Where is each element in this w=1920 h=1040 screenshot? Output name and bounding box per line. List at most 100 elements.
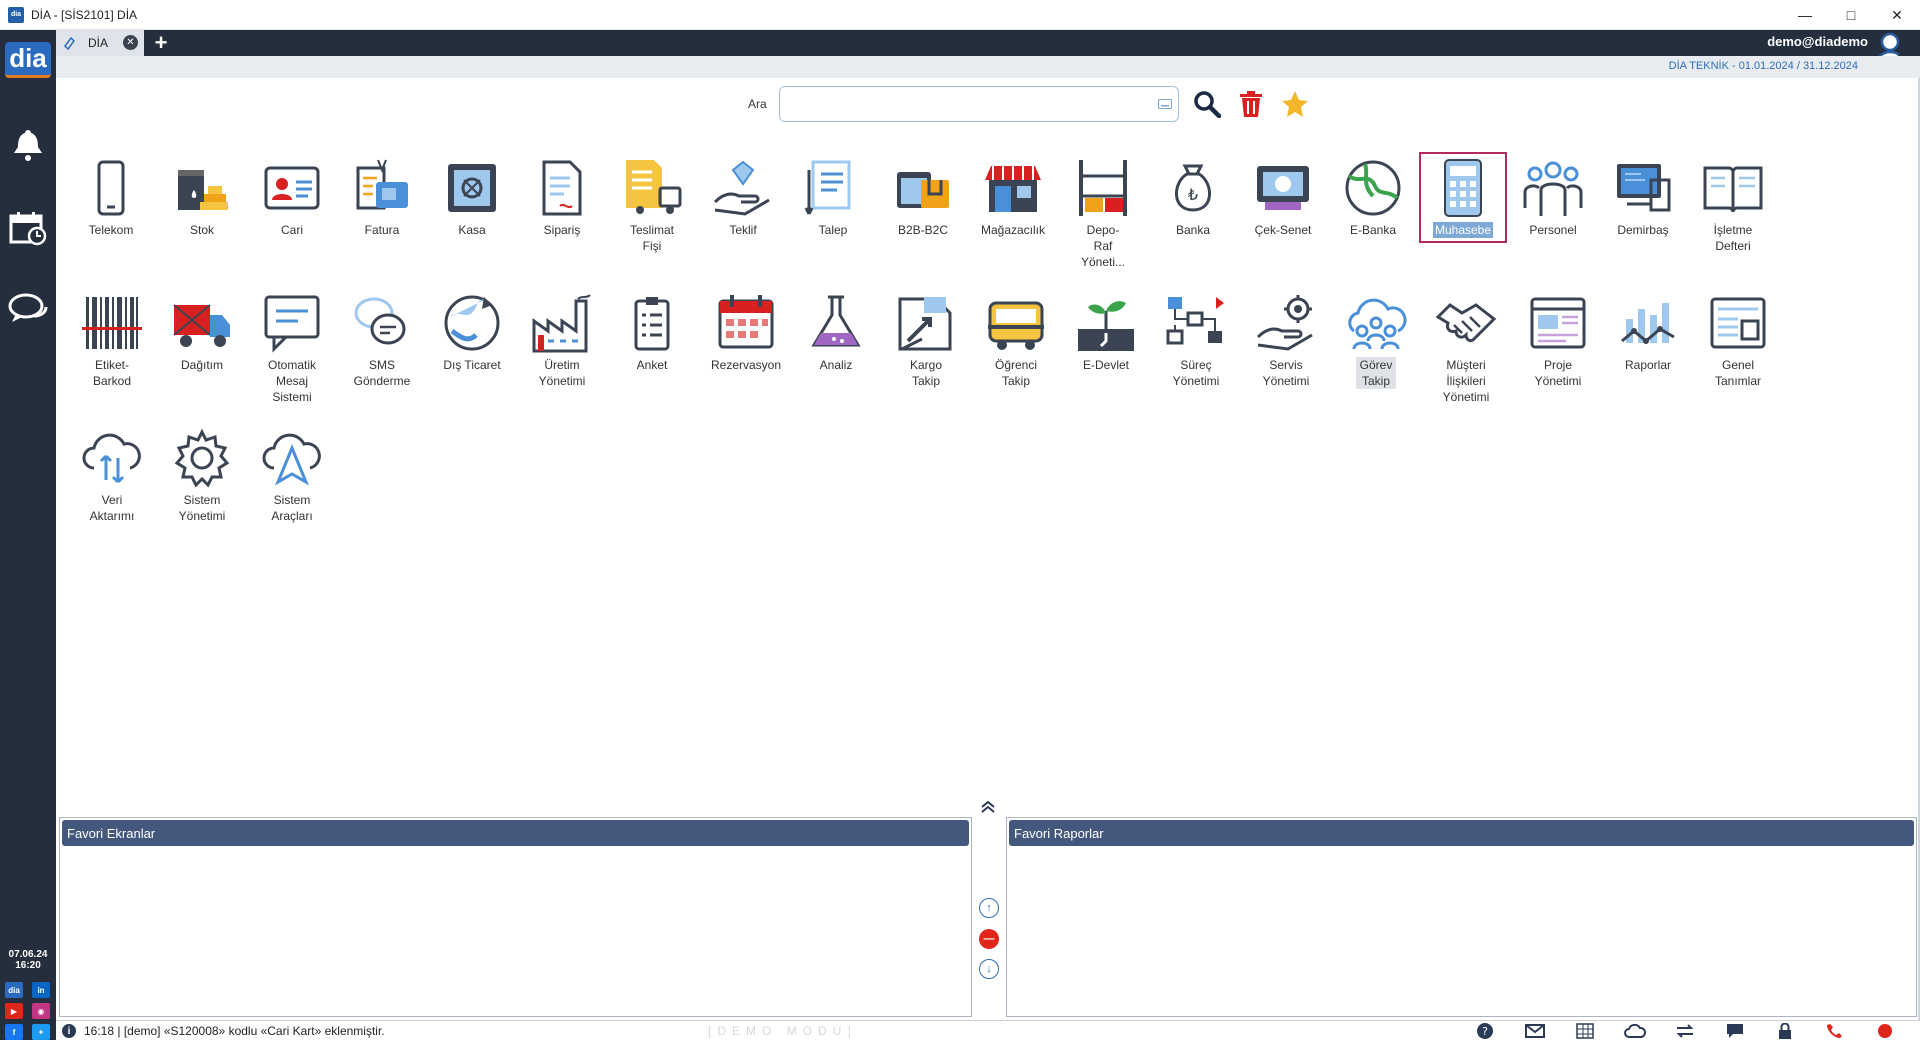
truck-icon [173, 304, 230, 347]
module-4[interactable]: Fatura [342, 156, 422, 238]
search-icon[interactable] [1192, 89, 1222, 119]
module-11[interactable]: Mağazacılık [973, 156, 1053, 238]
team-cloud-icon [1348, 298, 1407, 350]
close-button[interactable]: ✕ [1874, 0, 1920, 30]
module-label: İşletme Defteri [1713, 223, 1753, 253]
search-input[interactable] [779, 86, 1179, 122]
remove-icon[interactable]: — [979, 929, 999, 949]
module-10[interactable]: B2B-B2C [883, 156, 963, 238]
module-27[interactable]: Rezervasyon [706, 291, 786, 373]
module-2[interactable]: Stok [162, 156, 242, 238]
module-26[interactable]: Anket [612, 291, 692, 373]
chart-icon [1621, 303, 1675, 344]
phone-icon[interactable] [1810, 1022, 1860, 1040]
book-icon [1703, 166, 1763, 213]
tab-dia[interactable]: DİA ✕ [56, 30, 144, 56]
module-16[interactable]: Muhasebe [1419, 152, 1507, 243]
survey-icon [634, 297, 670, 351]
module-20[interactable]: Etiket- Barkod [72, 291, 152, 389]
module-28[interactable]: Analiz [796, 291, 876, 373]
module-label: Çek-Senet [1254, 223, 1312, 237]
module-8[interactable]: Teklif [703, 156, 783, 238]
module-22[interactable]: Otomatik Mesaj Sistemi [252, 291, 332, 405]
module-32[interactable]: Süreç Yönetimi [1156, 291, 1236, 389]
module-21[interactable]: Dağıtım [162, 291, 242, 373]
module-39[interactable]: Veri Aktarımı [72, 426, 152, 524]
move-up-icon[interactable]: ↑ [979, 898, 999, 918]
calendar-icon [718, 295, 774, 349]
module-13[interactable]: ₺ Banka [1153, 156, 1233, 238]
module-24[interactable]: Dış Ticaret [432, 291, 512, 373]
instagram-icon[interactable]: ◉ [32, 1003, 50, 1019]
module-6[interactable]: Sipariş [522, 156, 602, 238]
people-icon [1523, 161, 1583, 216]
favorite-reports-panel: Favori Raporlar [1006, 817, 1917, 1017]
module-3[interactable]: Cari [252, 156, 332, 238]
module-14[interactable]: Çek-Senet [1243, 156, 1323, 238]
module-30[interactable]: Öğrenci Takip [976, 291, 1056, 389]
module-15[interactable]: E-Banka [1333, 156, 1413, 238]
youtube-icon[interactable]: ▶ [5, 1003, 23, 1019]
lock-icon[interactable] [1760, 1022, 1810, 1040]
minimize-button[interactable]: — [1782, 0, 1828, 30]
tab-bar: DİA ✕ + demo@diademo [56, 30, 1920, 56]
mail-icon[interactable] [1510, 1022, 1560, 1040]
factory-icon [532, 294, 591, 353]
module-23[interactable]: SMS Gönderme [342, 291, 422, 389]
flask-icon [811, 295, 861, 347]
star-icon[interactable] [1280, 89, 1310, 119]
module-40[interactable]: Sistem Yönetimi [162, 426, 242, 524]
module-label: Fatura [364, 223, 400, 237]
module-31[interactable]: E-Devlet [1066, 291, 1146, 373]
module-label: Kargo Takip [909, 358, 943, 388]
module-5[interactable]: Kasa [432, 156, 512, 238]
parcel-icon [898, 297, 952, 351]
linkedin-icon[interactable]: in [32, 982, 50, 998]
currency-exchange-icon[interactable] [1660, 1022, 1710, 1040]
module-25[interactable]: Üretim Yönetimi [522, 291, 602, 389]
add-tab-button[interactable]: + [148, 30, 174, 56]
module-9[interactable]: Talep [793, 156, 873, 238]
keyboard-icon[interactable] [1158, 99, 1172, 109]
calendar-clock-icon[interactable] [8, 208, 48, 248]
calculator-icon [1444, 159, 1482, 217]
module-label: B2B-B2C [897, 223, 949, 237]
module-38[interactable]: Genel Tanımlar [1698, 291, 1778, 389]
user-name[interactable]: demo@diademo [1767, 34, 1868, 49]
collapse-arrow-icon[interactable] [980, 800, 996, 814]
module-1[interactable]: Telekom [71, 156, 151, 238]
move-down-icon[interactable]: ↓ [979, 959, 999, 979]
module-34[interactable]: Görev Takip [1336, 291, 1416, 390]
module-label: Genel Tanımlar [1714, 358, 1761, 388]
chat-icon[interactable] [8, 290, 48, 330]
module-label: Telekom [88, 223, 134, 237]
dia-social-icon[interactable]: dia [5, 982, 23, 998]
maximize-button[interactable]: □ [1828, 0, 1874, 30]
bell-icon[interactable] [8, 125, 48, 165]
module-label: Otomatik Mesaj Sistemi [267, 358, 316, 404]
trash-icon[interactable] [1236, 89, 1266, 119]
facebook-icon[interactable]: f [5, 1024, 23, 1040]
module-17[interactable]: Personel [1513, 156, 1593, 238]
globe-trade-icon [444, 295, 500, 351]
cloud-sync-icon[interactable] [1610, 1022, 1660, 1040]
module-19[interactable]: İşletme Defteri [1693, 156, 1773, 254]
module-36[interactable]: Proje Yönetimi [1518, 291, 1598, 389]
module-7[interactable]: Teslimat Fişi [612, 156, 692, 254]
tab-close-icon[interactable]: ✕ [123, 35, 138, 50]
help-icon[interactable]: ? [1460, 1022, 1510, 1040]
module-12[interactable]: Depo- Raf Yöneti... [1063, 156, 1143, 270]
svg-text:?: ? [1482, 1025, 1488, 1038]
record-icon[interactable] [1860, 1022, 1910, 1040]
twitter-icon[interactable]: ✦ [32, 1024, 50, 1040]
module-35[interactable]: Müşteri İlişkileri Yönetimi [1426, 291, 1506, 405]
module-37[interactable]: Raporlar [1608, 291, 1688, 373]
module-29[interactable]: Kargo Takip [886, 291, 966, 389]
grid-icon[interactable] [1560, 1022, 1610, 1040]
message-icon[interactable] [1710, 1022, 1760, 1040]
delivery-icon [626, 160, 682, 214]
module-41[interactable]: Sistem Araçları [252, 426, 332, 524]
module-18[interactable]: Demirbaş [1603, 156, 1683, 238]
module-33[interactable]: Servis Yönetimi [1246, 291, 1326, 389]
dia-logo[interactable]: dia [5, 42, 51, 78]
